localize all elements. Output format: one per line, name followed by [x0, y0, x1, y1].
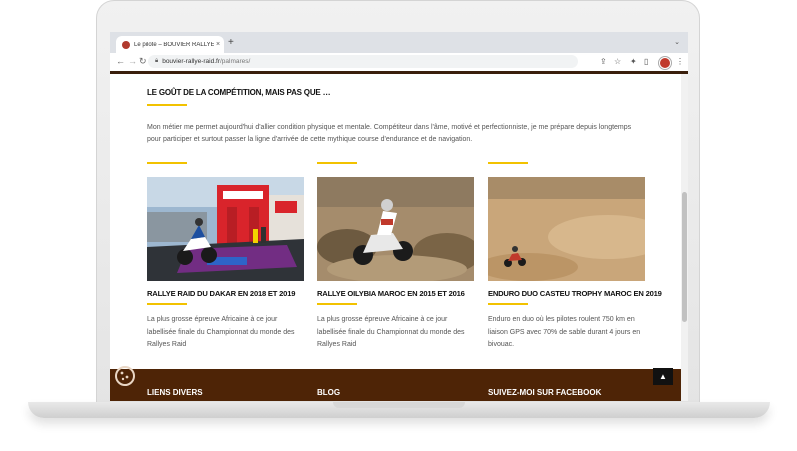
- card-text-dakar: La plus grosse épreuve Africaine à ce jo…: [147, 316, 295, 348]
- heading-underline: [147, 104, 187, 106]
- card-title-dakar[interactable]: RALLYE RAID DU DAKAR EN 2018 ET 2019: [147, 289, 295, 298]
- site-favicon-icon: [122, 40, 130, 49]
- tab-bar: Le pilote – BOUVIER RALLYE R × + ⌄: [110, 32, 688, 53]
- laptop-notch: [333, 402, 465, 408]
- oilybia-rider-image[interactable]: [317, 177, 474, 281]
- browser-tab[interactable]: Le pilote – BOUVIER RALLYE R ×: [116, 36, 224, 53]
- footer-heading-facebook: SUIVEZ-MOI SUR FACEBOOK: [488, 388, 602, 397]
- cookie-icon[interactable]: [114, 365, 136, 387]
- card-divider: [147, 162, 187, 164]
- dakar-podium-image[interactable]: [147, 177, 304, 281]
- back-to-top-button[interactable]: ▲: [653, 368, 673, 385]
- browser-toolbar: ← → ↻ 🔒︎ bouvier-rallye-raid.fr/palmares…: [110, 53, 688, 72]
- side-panel-icon[interactable]: ▯: [644, 57, 648, 66]
- url-path: /palmares/: [220, 58, 251, 65]
- tab-search-icon[interactable]: ⌄: [674, 38, 680, 46]
- back-button[interactable]: ←: [116, 56, 125, 66]
- profile-avatar[interactable]: [659, 57, 671, 69]
- lock-icon: 🔒︎: [155, 58, 159, 64]
- section-intro: Mon métier me permet aujourd'hui d'allie…: [147, 124, 632, 143]
- forward-button[interactable]: →: [128, 56, 137, 66]
- address-bar[interactable]: 🔒︎ bouvier-rallye-raid.fr/palmares/: [148, 55, 578, 68]
- extensions-puzzle-icon[interactable]: ✦: [630, 57, 637, 66]
- card-text-oilybia: La plus grosse épreuve Africaine à ce jo…: [317, 316, 465, 348]
- section-heading: LE GOÛT DE LA COMPÉTITION, MAIS PAS QUE …: [147, 88, 331, 97]
- reload-button[interactable]: ↻: [139, 56, 147, 66]
- url-host: bouvier-rallye-raid.fr: [162, 58, 220, 65]
- card-title-enduro[interactable]: ENDURO DUO CASTEU TROPHY MAROC EN 2019: [488, 289, 662, 298]
- browser-menu-icon[interactable]: ⋮: [676, 57, 684, 66]
- card-title-underline: [488, 303, 528, 305]
- scrollbar-thumb[interactable]: [682, 192, 687, 322]
- footer-heading-links: LIENS DIVERS: [147, 388, 203, 397]
- share-icon[interactable]: ⇪: [600, 57, 607, 66]
- card-divider: [488, 162, 528, 164]
- new-tab-button[interactable]: +: [228, 38, 234, 48]
- tab-close-icon[interactable]: ×: [216, 41, 220, 48]
- url-text: bouvier-rallye-raid.fr/palmares/: [162, 58, 250, 65]
- card-text-enduro: Enduro en duo où les pilotes roulent 750…: [488, 316, 641, 348]
- card-title-oilybia[interactable]: RALLYE OILYBIA MAROC EN 2015 ET 2016: [317, 289, 465, 298]
- card-title-underline: [147, 303, 187, 305]
- card-title-underline: [317, 303, 357, 305]
- card-divider: [317, 162, 357, 164]
- tab-title: Le pilote – BOUVIER RALLYE R: [134, 41, 214, 48]
- browser-window: Le pilote – BOUVIER RALLYE R × + ⌄ ← → ↻…: [110, 32, 688, 401]
- footer-heading-blog: BLOG: [317, 388, 341, 397]
- bookmark-star-icon[interactable]: ☆: [614, 57, 621, 66]
- enduro-desert-image[interactable]: [488, 177, 645, 281]
